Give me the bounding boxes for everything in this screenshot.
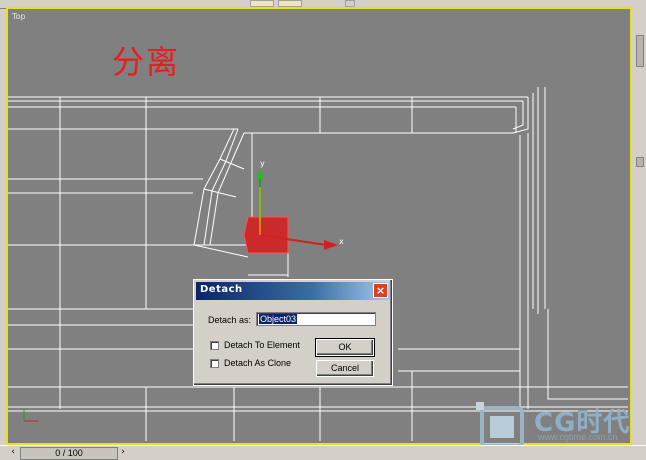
close-button[interactable]: ×: [373, 283, 388, 298]
watermark-title: 分离: [112, 43, 181, 81]
detach-to-element-label[interactable]: Detach To Element: [224, 340, 300, 350]
logo-url: www.cgtime.com.cn: [538, 432, 618, 442]
scrollbar[interactable]: [636, 157, 644, 167]
dialog-title-bar[interactable]: Detach ×: [196, 282, 390, 300]
detach-dialog: Detach × Detach as: Object03 Detach To E…: [193, 279, 393, 386]
x-axis-label: x: [339, 237, 344, 246]
cancel-button[interactable]: Cancel: [316, 360, 374, 377]
detach-as-value[interactable]: Object03: [259, 314, 298, 324]
chevron-left-icon[interactable]: ‹: [8, 447, 18, 458]
bottom-timeline: ‹ 0 / 100 ›: [0, 445, 646, 460]
toolbar-button[interactable]: [345, 0, 355, 7]
detach-as-clone-checkbox[interactable]: [210, 359, 219, 368]
ok-button[interactable]: OK: [315, 338, 375, 357]
chevron-right-icon[interactable]: ›: [118, 447, 128, 458]
detach-as-label: Detach as:: [208, 315, 252, 325]
detach-as-clone-label[interactable]: Detach As Clone: [224, 358, 291, 368]
detach-to-element-checkbox[interactable]: [210, 341, 219, 350]
detach-as-field[interactable]: Object03: [256, 312, 376, 326]
toolbar-button[interactable]: [278, 0, 302, 7]
close-icon: ×: [375, 284, 386, 297]
time-slider[interactable]: 0 / 100: [20, 447, 118, 460]
scrollbar[interactable]: [636, 35, 644, 67]
dialog-title: Detach: [200, 284, 243, 295]
viewport-label[interactable]: Top: [12, 12, 26, 21]
command-panel-edge: [632, 7, 646, 445]
toolbar-button[interactable]: [250, 0, 274, 7]
y-axis-label: y: [260, 159, 265, 168]
